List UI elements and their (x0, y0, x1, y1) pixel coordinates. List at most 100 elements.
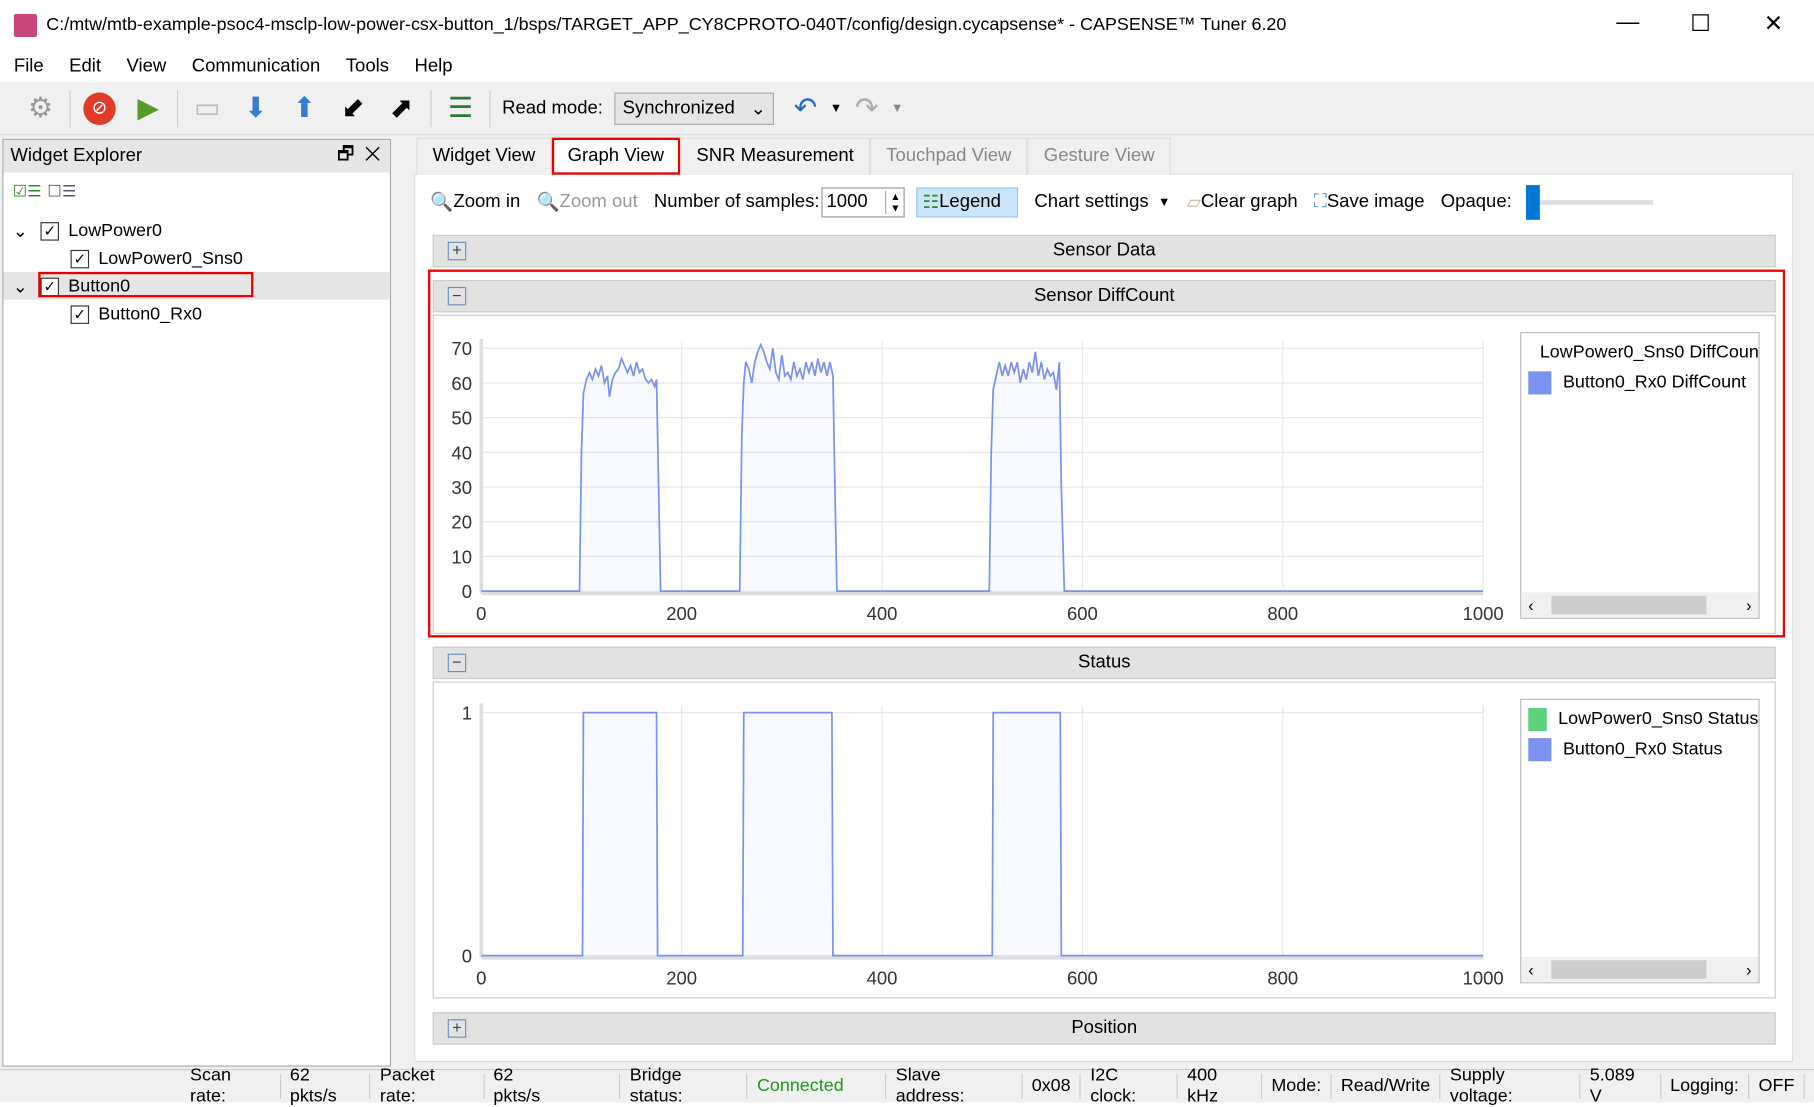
chevron-down-icon: ⌄ (750, 98, 767, 119)
legend-scrollbar[interactable]: ‹ › (1521, 956, 1759, 983)
save-image-button[interactable]: ⛶ Save image (1314, 192, 1425, 213)
menu-tools[interactable]: Tools (346, 56, 389, 77)
menu-view[interactable]: View (127, 56, 167, 77)
status-label: Supply voltage: (1449, 1065, 1513, 1106)
chevron-down-icon[interactable]: ⌄ (13, 220, 41, 242)
spin-arrows-icon[interactable]: ▲ ▼ (885, 190, 904, 215)
tree-item-button0-rx0[interactable]: ✓ Button0_Rx0 (70, 302, 203, 327)
status-value: 62 pkts/s (493, 1065, 541, 1106)
chevron-down-icon[interactable]: ⌄ (13, 276, 41, 298)
checkbox[interactable]: ✓ (40, 222, 60, 241)
window-title: C:/mtw/mtb-example-psoc4-msclp-low-power… (46, 15, 1287, 35)
zoom-out-icon: 🔍 (536, 193, 560, 213)
samples-spinbox[interactable]: 1000 ▲ ▼ (821, 187, 906, 218)
status-value: 0x08 (1031, 1075, 1071, 1096)
section-title: Status (1078, 652, 1131, 673)
import-icon[interactable]: ⬋ (333, 89, 372, 128)
collapse-icon[interactable]: − (447, 653, 467, 673)
log-icon[interactable]: ☰ (441, 89, 480, 128)
zoom-out-button[interactable]: 🔍 Zoom out (536, 191, 637, 214)
x-tick-label: 0 (476, 968, 486, 989)
export-icon[interactable]: ⬈ (382, 89, 421, 128)
clear-graph-button[interactable]: ▱ Clear graph (1187, 191, 1298, 214)
zoom-in-label: Zoom in (453, 192, 521, 212)
tab-snr-measurement[interactable]: SNR Measurement (680, 137, 870, 175)
write-to-device-icon[interactable]: ⬆ (285, 89, 324, 128)
maximize-button[interactable]: ☐ (1683, 9, 1718, 38)
zoom-in-button[interactable]: 🔍 Zoom in (430, 191, 520, 214)
read-from-device-icon[interactable]: ⬇ (236, 89, 275, 128)
y-tick-label: 0 (462, 946, 472, 967)
y-tick-label: 1 (462, 703, 472, 724)
legend-swatch (1528, 738, 1552, 762)
tab-touchpad-view[interactable]: Touchpad View (869, 137, 1028, 175)
status-label: Mode: (1271, 1075, 1322, 1096)
expand-icon[interactable]: + (447, 1019, 467, 1038)
disconnect-icon[interactable]: ⊘ (80, 89, 119, 128)
tab-gesture-view[interactable]: Gesture View (1027, 137, 1171, 175)
tree-item-lowpower0-sns0[interactable]: ✓ LowPower0_Sns0 (70, 246, 243, 271)
chart-settings-button[interactable]: Chart settings ▼ (1034, 192, 1170, 213)
highlight-box (428, 269, 1786, 638)
opaque-slider[interactable] (1525, 185, 1653, 220)
undo-icon[interactable]: ↶ (786, 89, 825, 128)
status-value: Read/Write (1340, 1075, 1431, 1096)
slider-thumb[interactable] (1525, 185, 1540, 220)
menu-help[interactable]: Help (414, 56, 452, 77)
section-sensor-data[interactable]: + Sensor Data (432, 234, 1776, 268)
section-status[interactable]: − Status (432, 646, 1776, 680)
minimize-button[interactable]: — (1610, 9, 1645, 36)
uncheck-all-icon[interactable]: ☐☰ (47, 182, 76, 202)
legend-item[interactable]: Button0_Rx0 Status (1521, 735, 1758, 765)
start-icon[interactable]: ▶ (128, 89, 167, 128)
zoom-in-icon: 🔍 (430, 193, 454, 213)
undo-dropdown-icon[interactable]: ▼ (830, 101, 843, 115)
highlight-box (38, 271, 254, 298)
redo-icon[interactable]: ↷ (847, 89, 886, 128)
legend-item[interactable]: LowPower0_Sns0 Status (1521, 705, 1758, 735)
section-title: Position (1071, 1018, 1138, 1038)
graph-toolbar: 🔍 Zoom in 🔍 Zoom out Number of samples: 10… (430, 182, 1653, 224)
menu-file[interactable]: File (14, 56, 44, 77)
save-image-label: Save image (1326, 192, 1425, 212)
gear-icon[interactable]: ⚙ (21, 89, 60, 128)
legend-icon: ☷ (922, 193, 940, 213)
status-value: 400 kHz (1187, 1065, 1219, 1106)
opaque-label: Opaque: (1440, 192, 1512, 212)
menu-edit[interactable]: Edit (69, 56, 101, 77)
menu-bar: File Edit View Communication Tools Help (0, 50, 1814, 83)
samples-value: 1000 (826, 192, 868, 212)
scroll-right-icon[interactable]: › (1746, 960, 1751, 979)
section-position[interactable]: + Position (432, 1012, 1776, 1045)
view-tabs: Widget View Graph View SNR Measurement T… (416, 137, 1171, 175)
legend-button[interactable]: ☷ Legend (916, 187, 1019, 218)
check-all-icon[interactable]: ☑☰ (13, 182, 42, 202)
clear-graph-label: Clear graph (1200, 192, 1298, 212)
tab-graph-view[interactable]: Graph View (551, 137, 681, 175)
float-panel-icon[interactable]: 🗗 (337, 144, 354, 164)
tree-item-label: LowPower0_Sns0 (98, 248, 243, 269)
x-tick-label: 600 (1067, 968, 1098, 989)
tree-item-label: LowPower0 (68, 220, 162, 241)
scroll-thumb[interactable] (1551, 960, 1707, 979)
checkbox[interactable]: ✓ (70, 249, 90, 269)
close-button[interactable]: ✕ (1756, 9, 1791, 38)
open-folder-icon[interactable]: ▭ (187, 89, 226, 128)
close-panel-icon[interactable]: ✕ (365, 144, 381, 164)
read-mode-select[interactable]: Synchronized ⌄ (614, 91, 775, 125)
menu-communication[interactable]: Communication (192, 56, 321, 77)
samples-label: Number of samples: (653, 192, 820, 212)
tree-item-lowpower0[interactable]: ⌄ ✓ LowPower0 (13, 219, 162, 244)
x-tick-label: 1000 (1463, 968, 1504, 989)
expand-icon[interactable]: + (447, 242, 467, 261)
save-image-icon: ⛶ (1313, 192, 1327, 212)
app-icon (13, 13, 38, 38)
status-label: I2C clock: (1090, 1065, 1137, 1106)
status-label: Bridge status: (629, 1065, 683, 1106)
scroll-left-icon[interactable]: ‹ (1528, 960, 1533, 979)
tree-item-label: Button0_Rx0 (98, 304, 203, 324)
checkbox[interactable]: ✓ (70, 305, 90, 324)
redo-dropdown-icon[interactable]: ▼ (891, 101, 904, 115)
title-bar: C:/mtw/mtb-example-psoc4-msclp-low-power… (0, 0, 1814, 51)
tab-widget-view[interactable]: Widget View (416, 137, 552, 175)
